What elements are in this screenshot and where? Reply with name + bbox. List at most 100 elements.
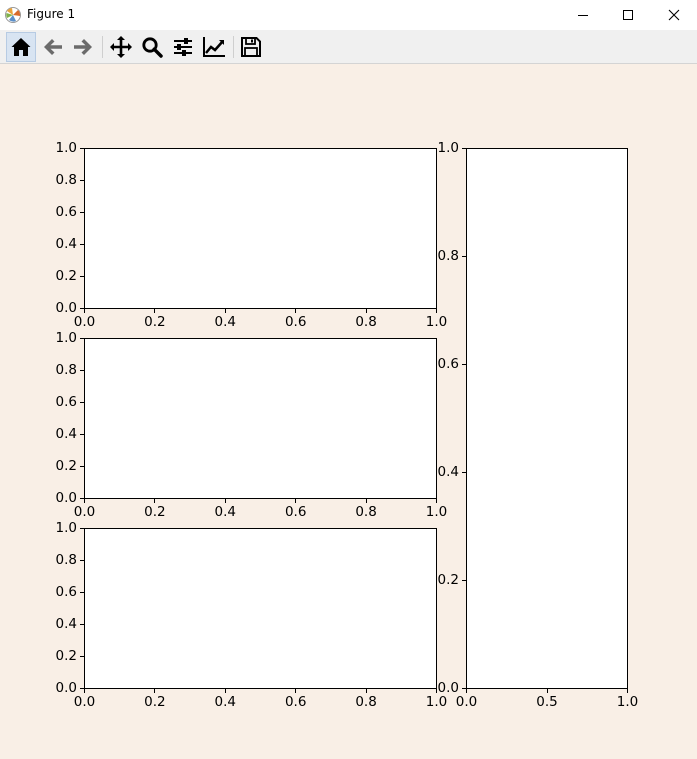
floppy-disk-icon — [241, 37, 261, 57]
x-tick-mark — [224, 309, 226, 313]
maximize-icon — [623, 10, 633, 20]
y-tick-mark — [80, 560, 84, 561]
arrow-right-icon — [74, 39, 92, 55]
y-tick-label: 0.6 — [55, 203, 77, 220]
y-tick-mark — [80, 592, 84, 593]
y-tick-mark — [80, 212, 84, 213]
window-titlebar: Figure 1 — [0, 0, 697, 30]
y-tick-label: 0.6 — [437, 355, 459, 372]
y-tick-label: 1.0 — [55, 329, 77, 346]
toolbar-separator — [233, 36, 234, 58]
axes-middle-left[interactable] — [84, 338, 437, 499]
y-tick-label: 0.2 — [55, 267, 77, 284]
line-chart-icon — [203, 37, 225, 57]
x-tick-mark — [365, 499, 367, 503]
minimize-button[interactable] — [560, 0, 606, 30]
home-button[interactable] — [6, 32, 36, 62]
navigation-toolbar — [0, 30, 697, 64]
close-icon — [668, 9, 680, 21]
x-tick-mark — [365, 309, 367, 313]
y-tick-mark — [80, 624, 84, 625]
home-icon — [11, 38, 31, 56]
x-tick-label: 0.4 — [214, 504, 237, 520]
y-tick-mark — [80, 148, 84, 149]
y-tick-mark — [80, 688, 84, 689]
y-tick-mark — [462, 580, 466, 581]
x-tick-label: 0.8 — [355, 694, 377, 710]
y-tick-mark — [80, 308, 84, 309]
axes-bottom-left[interactable] — [84, 528, 437, 689]
matplotlib-logo-icon — [5, 7, 21, 23]
window-title: Figure 1 — [27, 7, 76, 21]
y-tick-mark — [80, 244, 84, 245]
edit-axis-button[interactable] — [199, 32, 229, 62]
y-tick-label: 0.4 — [55, 615, 77, 632]
y-tick-label: 0.2 — [437, 571, 459, 588]
x-tick-label: 0.4 — [214, 694, 237, 710]
back-button[interactable] — [38, 32, 68, 62]
x-tick-label: 0.5 — [536, 694, 558, 710]
magnifier-icon — [142, 37, 163, 58]
y-tick-label: 0.2 — [55, 647, 77, 664]
y-tick-label: 0.8 — [55, 171, 77, 188]
zoom-button[interactable] — [137, 32, 167, 62]
figure-canvas[interactable]: 0.0 0.2 0.4 0.6 0.8 1.0 0.0 0.2 0.4 0.6 0.8 1.0 0.0 0… — [0, 64, 697, 759]
x-tick-label: 0.0 — [455, 694, 478, 710]
y-tick-label: 0.6 — [55, 393, 77, 410]
y-tick-mark — [80, 434, 84, 435]
x-tick-mark — [436, 499, 437, 503]
y-tick-label: 0.4 — [437, 463, 459, 480]
y-tick-mark — [80, 276, 84, 277]
x-tick-mark — [466, 689, 467, 693]
x-tick-label: 1.0 — [425, 504, 448, 520]
y-tick-label: 0.6 — [55, 583, 77, 600]
configure-subplots-button[interactable] — [168, 32, 198, 62]
x-tick-label: 0.4 — [214, 314, 237, 330]
x-tick-label: 0.2 — [144, 504, 166, 520]
y-tick-label: 0.8 — [55, 361, 77, 378]
x-tick-mark — [154, 309, 156, 313]
toolbar-separator — [102, 36, 103, 58]
y-tick-label: 0.8 — [55, 551, 77, 568]
axes-top-left[interactable] — [84, 148, 437, 309]
x-tick-mark — [84, 689, 85, 693]
x-tick-label: 0.6 — [284, 314, 307, 330]
x-tick-label: 0.0 — [73, 694, 96, 710]
y-tick-mark — [80, 402, 84, 403]
axes-right-tall[interactable] — [466, 148, 628, 689]
x-tick-label: 0.6 — [284, 504, 307, 520]
x-tick-label: 1.0 — [425, 314, 448, 330]
x-tick-label: 0.0 — [73, 314, 96, 330]
y-tick-label: 0.4 — [55, 425, 77, 442]
y-tick-label: 0.0 — [55, 679, 77, 696]
pan-button[interactable] — [106, 32, 136, 62]
x-tick-label: 0.2 — [144, 314, 166, 330]
x-tick-label: 1.0 — [425, 694, 448, 710]
y-tick-mark — [462, 688, 466, 689]
x-tick-label: 1.0 — [616, 694, 639, 710]
x-tick-mark — [546, 689, 548, 693]
y-tick-mark — [80, 180, 84, 181]
y-tick-label: 0.2 — [55, 457, 77, 474]
y-tick-mark — [80, 370, 84, 371]
x-tick-mark — [154, 689, 156, 693]
close-button[interactable] — [651, 0, 697, 30]
save-button[interactable] — [236, 32, 266, 62]
y-tick-label: 0.0 — [437, 679, 459, 696]
maximize-button[interactable] — [605, 0, 651, 30]
move-icon — [110, 36, 132, 58]
y-tick-label: 1.0 — [55, 139, 77, 156]
x-tick-label: 0.6 — [284, 694, 307, 710]
forward-button[interactable] — [68, 32, 98, 62]
y-tick-label: 1.0 — [437, 139, 459, 156]
y-tick-label: 0.0 — [55, 489, 77, 506]
x-tick-mark — [295, 499, 297, 503]
y-tick-mark — [462, 472, 466, 473]
arrow-left-icon — [44, 39, 62, 55]
x-tick-mark — [436, 309, 437, 313]
x-tick-mark — [154, 499, 156, 503]
x-tick-mark — [295, 689, 297, 693]
y-tick-mark — [80, 656, 84, 657]
y-tick-mark — [80, 338, 84, 339]
x-tick-mark — [224, 499, 226, 503]
